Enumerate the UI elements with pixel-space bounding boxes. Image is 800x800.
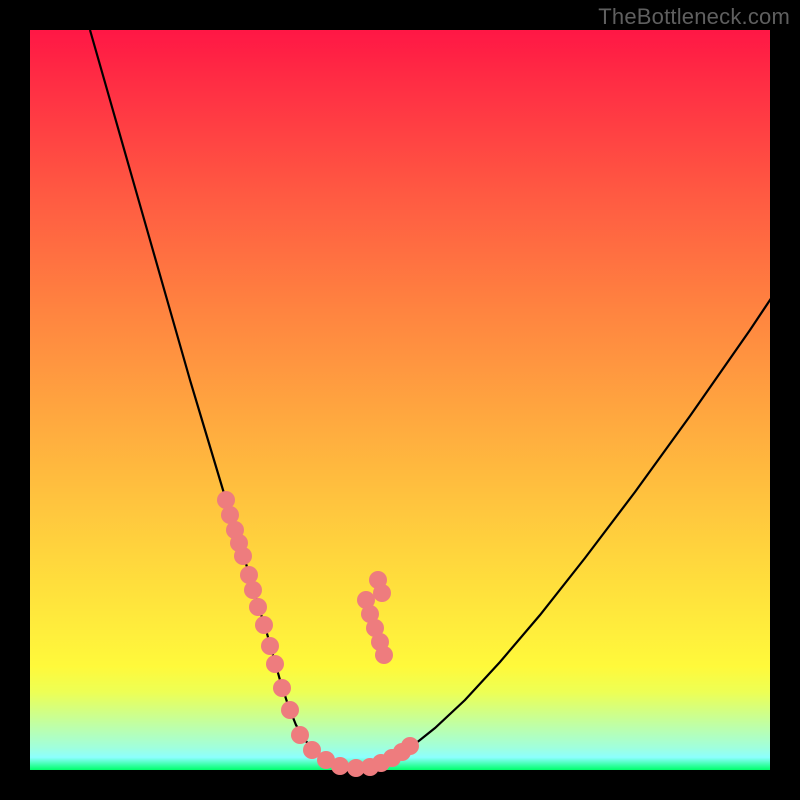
- marker-dot: [375, 646, 393, 664]
- marker-dot: [255, 616, 273, 634]
- marker-dot: [281, 701, 299, 719]
- marker-dot: [401, 737, 419, 755]
- marker-dot: [261, 637, 279, 655]
- marker-dot: [234, 547, 252, 565]
- marker-dot: [266, 655, 284, 673]
- watermark-text: TheBottleneck.com: [598, 4, 790, 30]
- marker-dot: [273, 679, 291, 697]
- chart-svg: [30, 30, 770, 770]
- marker-dot: [291, 726, 309, 744]
- marker-dot: [249, 598, 267, 616]
- outer-frame: TheBottleneck.com: [0, 0, 800, 800]
- curve-markers: [217, 491, 419, 777]
- bottleneck-curve: [90, 30, 790, 768]
- marker-dot: [373, 584, 391, 602]
- marker-dot: [244, 581, 262, 599]
- marker-dot: [331, 757, 349, 775]
